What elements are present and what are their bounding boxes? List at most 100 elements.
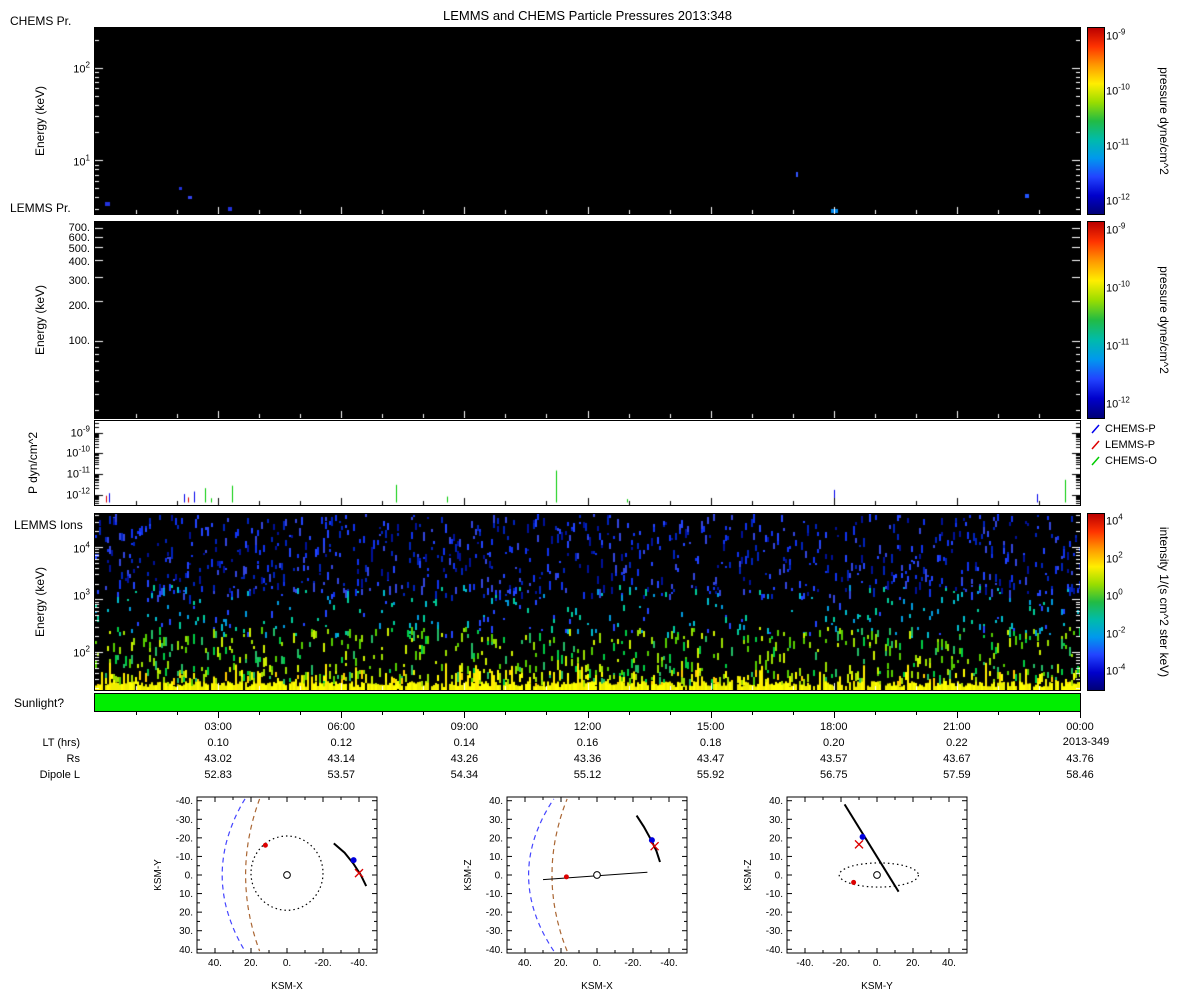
y-tick-label: 500. [69,243,90,255]
orbit-y-tick-label: 30. [179,926,193,937]
ephemeris-value: 56.75 [820,769,848,781]
orbit-y-tick-label: -20. [486,908,503,919]
orbit-plot-ksm-x-ksm-z: 40.20.0.-20.-40.40.30.20.10.0.-10.-20.-3… [463,796,687,992]
colorbar-label-intensity: intensity 1/(s cm^2 ster keV) [1157,527,1171,677]
saturn-marker [874,872,881,879]
time-tick-mark [546,711,547,715]
time-tick-mark [875,711,876,715]
ephemeris-value: 53.57 [327,769,355,781]
legend-marker-icon [1090,455,1102,467]
orbit-x-tick-label: -40. [660,958,677,969]
ephemeris-value: 55.92 [697,769,725,781]
orbit-y-tick-label: -30. [486,926,503,937]
ephemeris-value: 43.36 [574,753,602,765]
y-tick-label: 400. [69,256,90,268]
colorbar-tick-label: 10-9 [1106,222,1125,237]
orbit-y-tick-label: 40. [179,945,193,956]
red-dot-marker [564,874,569,879]
time-tick-mark [1080,711,1081,718]
figure-title: LEMMS and CHEMS Particle Pressures 2013:… [95,8,1080,23]
mimi-pressure-figure: LEMMS and CHEMS Particle Pressures 2013:… [0,0,1200,1000]
colorbar-pressure-1 [1088,28,1104,214]
ephemeris-row-label: Dipole L [40,769,80,781]
orbit-y-tick-label: -30. [766,926,783,937]
orbit-x-tick-label: 20. [554,958,568,969]
time-tick-label: 18:00 [820,721,848,733]
legend-label: CHEMS-O [1105,455,1157,467]
ephemeris-value: 52.83 [204,769,232,781]
chems-pressure-spectrogram [95,28,1080,214]
orbit-y-tick-label: -40. [176,796,193,807]
panel-label-lemms-ions: LEMMS Ions [14,518,83,532]
time-tick-label: 09:00 [451,721,479,733]
time-tick-mark [752,711,753,715]
red-dot-marker [263,843,268,848]
y-tick-label: 102 [73,645,90,660]
ephemeris-row-label: Rs [67,753,80,765]
time-tick-mark [177,711,178,715]
legend-marker-icon [1090,439,1102,451]
time-tick-mark [711,711,712,718]
panel-label-chems-pr: CHEMS Pr. [10,14,71,28]
orbit-y-tick-label: 10. [179,889,193,900]
lemms-ions-spectrogram [95,514,1080,690]
spacecraft-position-marker [649,837,655,843]
orbit-y-tick-label: 30. [769,815,783,826]
colorbar-tick-label: 10-4 [1106,663,1125,678]
time-tick-mark [382,711,383,715]
orbit-y-tick-label: -10. [766,889,783,900]
y-tick-label: 104 [73,541,90,556]
orbit-x-tick-label: 40. [208,958,222,969]
orbit-y-tick-label: 10. [489,852,503,863]
red-dot-marker [851,880,856,885]
time-tick-mark [670,711,671,715]
orbit-y-tick-label: -30. [176,815,193,826]
time-tick-mark [588,711,589,718]
orbit-y-tick-label: 0. [495,871,503,882]
orbit-x-tick-label: -20. [624,958,641,969]
orbit-x-tick-label: 0. [283,958,291,969]
legend-item: LEMMS-P [1090,439,1155,451]
time-tick-mark [834,711,835,718]
time-tick-label: 15:00 [697,721,725,733]
orbit-plot-ksm-y-ksm-z: -40.-20.0.20.40.40.30.20.10.0.-10.-20.-3… [743,796,967,992]
time-tick-label: 21:00 [943,721,971,733]
ephemeris-value: 43.76 [1066,753,1094,765]
ephemeris-value: 55.12 [574,769,602,781]
time-tick-mark [136,711,137,715]
time-tick-mark [629,711,630,715]
orbit-x-tick-label: 0. [593,958,601,969]
y-tick-label: 102 [73,61,90,76]
ephemeris-value: 0.14 [454,737,475,749]
orbit-x-tick-label: -40. [350,958,367,969]
orbit-x-tick-label: 20. [906,958,920,969]
y-tick-label: 10-10 [66,445,90,460]
orbit-x-tick-label: -20. [314,958,331,969]
orbit-x-tick-label: 0. [873,958,881,969]
time-tick-mark [259,711,260,715]
time-tick-mark [1039,711,1040,715]
colorbar-label-pressure-1: pressure dyne/cm^2 [1157,67,1171,175]
colorbar-tick-label: 10-9 [1106,28,1125,43]
spacecraft-position-marker [351,857,357,863]
orbit-y-tick-label: -20. [176,833,193,844]
colorbar-tick-label: 10-12 [1106,193,1130,208]
y-tick-label: 300. [69,275,90,287]
y-axis-label-energy-chems: Energy (keV) [33,86,47,156]
orbit-x-tick-label: 20. [244,958,258,969]
orbit-x-tick-label: 40. [942,958,956,969]
y-tick-label: 10-9 [71,425,90,440]
legend-item: CHEMS-O [1090,455,1157,467]
time-tick-mark [793,711,794,715]
sunlight-indicator-bar [95,694,1080,711]
colorbar-tick-label: 100 [1106,588,1123,603]
y-tick-label: 200. [69,300,90,312]
orbit-plot-ksm-x-ksm-y: 40.20.0.-20.-40.-40.-30.-20.-10.0.10.20.… [153,796,377,992]
time-tick-mark [218,711,219,718]
ephemeris-value: 0.20 [823,737,844,749]
orbit-xlabel: KSM-X [271,981,303,992]
colorbar-pressure-2 [1088,222,1104,418]
orbit-y-tick-label: -40. [766,945,783,956]
time-tick-mark [505,711,506,715]
orbit-y-tick-label: 0. [185,871,193,882]
